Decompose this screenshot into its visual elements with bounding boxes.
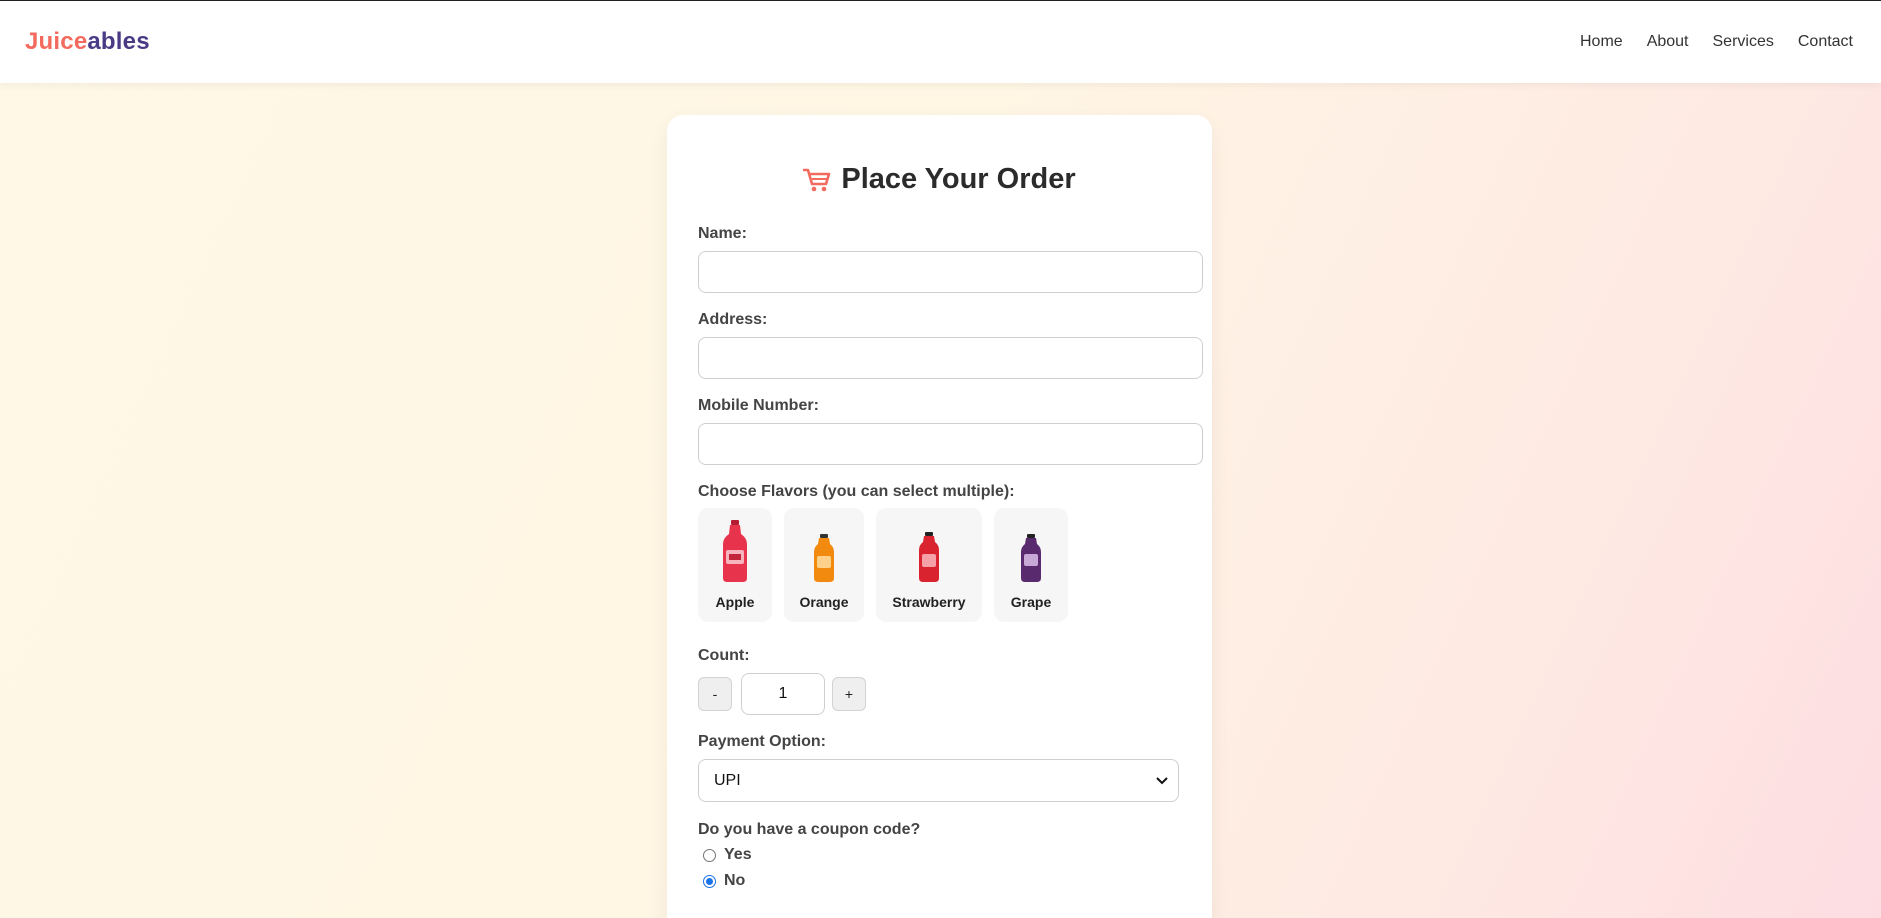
address-label: Address: <box>698 311 768 328</box>
payment-selected-value: UPI <box>714 771 741 789</box>
coupon-no-radio[interactable] <box>703 874 716 888</box>
order-form-card: Place Your Order Name: Address: Mobile N… <box>667 115 1212 918</box>
orange-juice-bottle-icon <box>813 520 835 582</box>
flavors-label: Choose Flavors (you can select multiple)… <box>698 483 1015 500</box>
brand-logo[interactable]: Juiceables <box>25 28 150 56</box>
name-label: Name: <box>698 225 747 242</box>
page-title-text: Place Your Order <box>841 163 1076 195</box>
flavor-options: Apple Orange Strawberry Grape <box>698 508 1068 622</box>
brand-logo-part1: Juice <box>25 28 88 55</box>
coupon-yes-label: Yes <box>724 846 752 863</box>
nav-link-services[interactable]: Services <box>1713 33 1774 51</box>
coupon-yes-radio[interactable] <box>703 848 716 862</box>
name-field[interactable] <box>698 251 1203 293</box>
flavor-option-strawberry[interactable]: Strawberry <box>876 508 982 622</box>
flavor-option-grape[interactable]: Grape <box>994 508 1068 622</box>
payment-select[interactable]: UPI <box>698 759 1179 802</box>
nav-link-about[interactable]: About <box>1647 33 1689 51</box>
page-title: Place Your Order <box>667 163 1212 196</box>
coupon-option-yes[interactable]: Yes <box>703 846 752 864</box>
nav-link-contact[interactable]: Contact <box>1798 33 1853 51</box>
address-field[interactable] <box>698 337 1203 379</box>
increment-button[interactable]: + <box>832 677 866 711</box>
nav-link-home[interactable]: Home <box>1580 33 1623 51</box>
decrement-button[interactable]: - <box>698 677 732 711</box>
navbar: Juiceables Home About Services Contact <box>0 1 1881 83</box>
payment-label: Payment Option: <box>698 733 827 750</box>
coupon-label: Do you have a coupon code? <box>698 821 921 838</box>
flavor-name-grape: Grape <box>1010 594 1052 610</box>
strawberry-juice-bottle-icon <box>918 520 940 582</box>
grape-juice-bottle-icon <box>1020 520 1042 582</box>
flavor-option-orange[interactable]: Orange <box>784 508 864 622</box>
coupon-no-label: No <box>724 872 746 889</box>
cart-icon <box>803 167 831 193</box>
flavor-option-apple[interactable]: Apple <box>698 508 772 622</box>
flavor-name-orange: Orange <box>799 594 849 610</box>
mobile-label: Mobile Number: <box>698 397 819 414</box>
mobile-field[interactable] <box>698 423 1203 465</box>
count-label: Count: <box>698 647 750 664</box>
flavor-name-apple: Apple <box>715 594 755 610</box>
brand-logo-part2: ables <box>87 28 150 55</box>
apple-juice-bottle-icon <box>722 520 748 582</box>
chevron-down-icon <box>1156 772 1168 790</box>
flavor-name-strawberry: Strawberry <box>892 594 966 610</box>
nav-links: Home About Services Contact <box>1580 33 1853 51</box>
coupon-option-no[interactable]: No <box>703 872 745 890</box>
count-field[interactable]: 1 <box>741 673 825 715</box>
